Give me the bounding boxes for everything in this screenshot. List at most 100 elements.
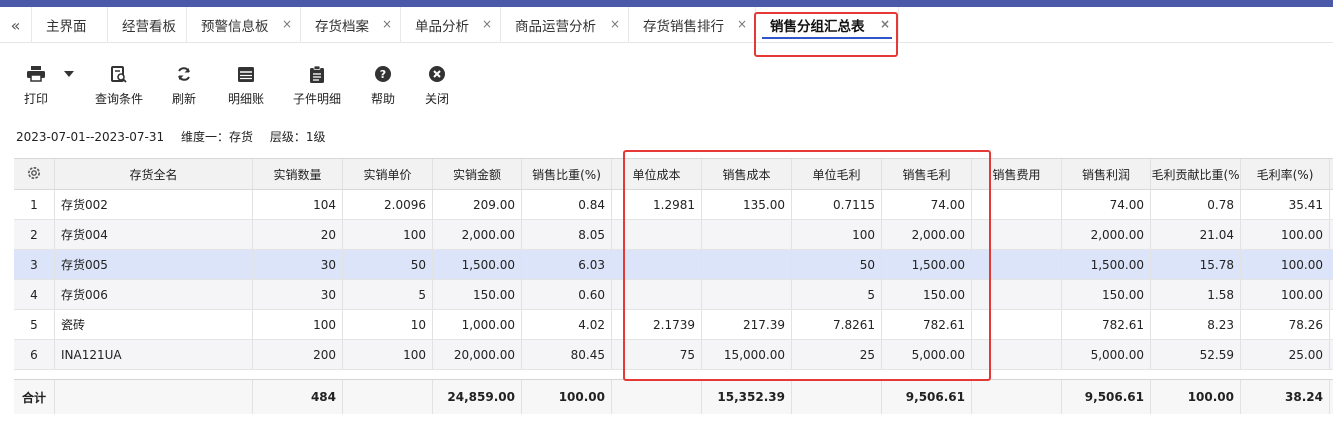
cell-qty: 30	[253, 250, 343, 279]
help-button[interactable]: ? 帮助	[369, 64, 397, 108]
table-row[interactable]: 1 存货002 104 2.0096 209.00 0.84 1.2981 135.00 0.7…	[14, 190, 1333, 220]
cell-sales-share: 8.05	[522, 220, 612, 249]
child-detail-button[interactable]: 子件明细	[291, 64, 343, 108]
cell-unit-profit: 5	[792, 280, 882, 309]
cell-margin-rate: 100.00	[1241, 250, 1330, 279]
column-header-unit-profit[interactable]: 单位毛利	[792, 159, 882, 189]
cell-sales-share: 0.60	[522, 280, 612, 309]
total-sales-share: 100.00	[522, 380, 612, 414]
column-header-qty[interactable]: 实销数量	[253, 159, 343, 189]
tab-label: 预警信息板	[201, 19, 269, 35]
refresh-label: 刷新	[171, 92, 196, 106]
cell-index: 3	[14, 250, 55, 279]
cell-gross-profit: 150.00	[882, 280, 972, 309]
cell-profit-contribution: 1.58	[1151, 280, 1241, 309]
cell-name: 瓷砖	[55, 310, 253, 339]
tab-main[interactable]: 主界面	[32, 7, 108, 43]
table-row[interactable]: 6 INA121UA 200 100 20,000.00 80.45 75 15,000.00…	[14, 340, 1333, 370]
cell-sales-expense	[972, 310, 1062, 339]
level-filter: 层级：1级	[269, 130, 326, 144]
close-icon[interactable]: ×	[610, 17, 620, 31]
dimension-filter: 维度一：存货	[180, 130, 253, 144]
total-sales-cost: 15,352.39	[702, 380, 792, 414]
document-search-icon	[109, 64, 129, 84]
table-row[interactable]: 4 存货006 30 5 150.00 0.60 5 150.00 150.00 1.58 100.…	[14, 280, 1333, 310]
refresh-button[interactable]: 刷新	[170, 64, 198, 108]
column-header-unit-price[interactable]: 实销单价	[343, 159, 433, 189]
column-header-name[interactable]: 存货全名	[55, 159, 253, 189]
cell-sales-share: 4.02	[522, 310, 612, 339]
toolbar: 打印 查询条件 刷新 明细账 子件明细 ? 帮助 关闭	[0, 64, 600, 112]
query-conditions-button[interactable]: 查询条件	[93, 64, 145, 108]
column-header-unit-cost[interactable]: 单位成本	[612, 159, 702, 189]
close-icon[interactable]: ×	[737, 17, 747, 31]
print-dropdown[interactable]	[61, 64, 77, 108]
total-qty: 484	[253, 380, 343, 414]
cell-sales-profit: 150.00	[1062, 280, 1151, 309]
detail-ledger-label: 明细账	[227, 92, 264, 106]
tab-sales-group-summary[interactable]: 销售分组汇总表 ×	[756, 7, 899, 43]
close-button[interactable]: 关闭	[423, 64, 451, 108]
collapse-tabs-icon[interactable]: «	[0, 7, 32, 43]
cell-qty: 104	[253, 190, 343, 219]
total-profit-contribution: 100.00	[1151, 380, 1241, 414]
detail-ledger-button[interactable]: 明细账	[226, 64, 266, 108]
printer-icon	[26, 64, 46, 84]
cell-sales-profit: 2,000.00	[1062, 220, 1151, 249]
close-icon[interactable]: ×	[482, 17, 492, 31]
tab-label: 存货销售排行	[643, 19, 724, 35]
cell-sales-cost	[702, 280, 792, 309]
cell-margin-rate: 100.00	[1241, 220, 1330, 249]
total-amount: 24,859.00	[433, 380, 522, 414]
refresh-icon	[174, 64, 194, 84]
table-header: 存货全名 实销数量 实销单价 实销金额 销售比重(%) 单位成本 销售成本 单位毛利 销售毛利销…	[14, 159, 1333, 190]
filter-summary: 2023-07-01--2023-07-31 维度一：存货 层级：1级	[16, 128, 338, 145]
cell-sales-profit: 1,500.00	[1062, 250, 1151, 279]
cell-unit-cost: 75	[612, 340, 702, 369]
gear-icon[interactable]	[26, 165, 42, 184]
tab-warning-board[interactable]: 预警信息板 ×	[187, 7, 301, 43]
tab-label: 销售分组汇总表	[770, 19, 865, 35]
cell-sales-cost: 135.00	[702, 190, 792, 219]
table-row[interactable]: 2 存货004 20 100 2,000.00 8.05 100 2,000.00 2,000.…	[14, 220, 1333, 250]
cell-index: 4	[14, 280, 55, 309]
tab-item-analysis[interactable]: 单品分析 ×	[401, 7, 501, 43]
column-header-sales-cost[interactable]: 销售成本	[702, 159, 792, 189]
cell-unit-cost	[612, 250, 702, 279]
table-row[interactable]: 5 瓷砖 100 10 1,000.00 4.02 2.1739 217.39 7.8261 78…	[14, 310, 1333, 340]
print-label: 打印	[23, 92, 48, 106]
help-icon: ?	[373, 64, 393, 84]
column-header-sales-expense[interactable]: 销售费用	[972, 159, 1062, 189]
close-icon[interactable]: ×	[282, 17, 292, 31]
tab-product-operation[interactable]: 商品运营分析 ×	[501, 7, 629, 43]
cell-unit-price: 2.0096	[343, 190, 433, 219]
cell-sales-cost	[702, 220, 792, 249]
cell-unit-profit: 50	[792, 250, 882, 279]
cell-amount: 209.00	[433, 190, 522, 219]
column-header-sales-profit[interactable]: 销售利润	[1062, 159, 1151, 189]
cell-profit-contribution: 8.23	[1151, 310, 1241, 339]
tab-sales-ranking[interactable]: 存货销售排行 ×	[629, 7, 756, 43]
caret-down-icon	[59, 64, 79, 84]
tab-inventory-archive[interactable]: 存货档案 ×	[301, 7, 401, 43]
column-header-profit-contribution[interactable]: 毛利贡献比重(%	[1151, 159, 1241, 189]
cell-sales-expense	[972, 250, 1062, 279]
close-icon[interactable]: ×	[382, 17, 392, 31]
tab-business-board[interactable]: 经营看板	[108, 7, 187, 43]
cell-index: 2	[14, 220, 55, 249]
table-row[interactable]: 3 存货005 30 50 1,500.00 6.03 50 1,500.00 1,500.00…	[14, 250, 1333, 280]
column-header-margin-rate[interactable]: 毛利率(%)	[1241, 159, 1330, 189]
tab-label: 存货档案	[315, 19, 369, 35]
cell-unit-profit: 7.8261	[792, 310, 882, 339]
cell-profit-contribution: 21.04	[1151, 220, 1241, 249]
column-settings[interactable]	[14, 159, 55, 189]
column-header-amount[interactable]: 实销金额	[433, 159, 522, 189]
cell-margin-rate: 25.00	[1241, 340, 1330, 369]
cell-amount: 20,000.00	[433, 340, 522, 369]
column-header-gross-profit[interactable]: 销售毛利	[882, 159, 972, 189]
column-header-sales-share[interactable]: 销售比重(%)	[522, 159, 612, 189]
cell-qty: 100	[253, 310, 343, 339]
print-button[interactable]: 打印	[22, 64, 50, 108]
total-unit-price	[343, 380, 433, 414]
close-icon[interactable]: ×	[880, 17, 890, 31]
